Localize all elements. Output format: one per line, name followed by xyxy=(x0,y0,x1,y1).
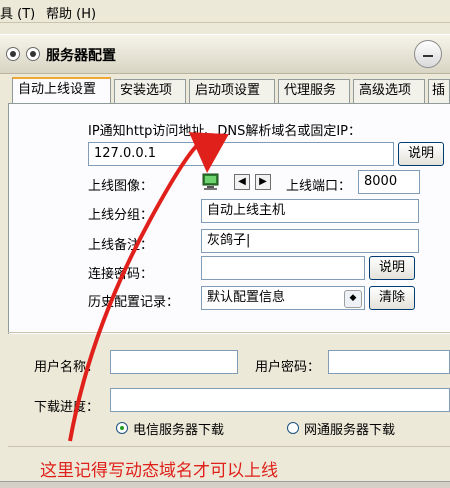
annotation-arrow-icon xyxy=(68,132,229,442)
annotation-text: 这里记得写动态域名才可以上线 xyxy=(40,461,278,481)
